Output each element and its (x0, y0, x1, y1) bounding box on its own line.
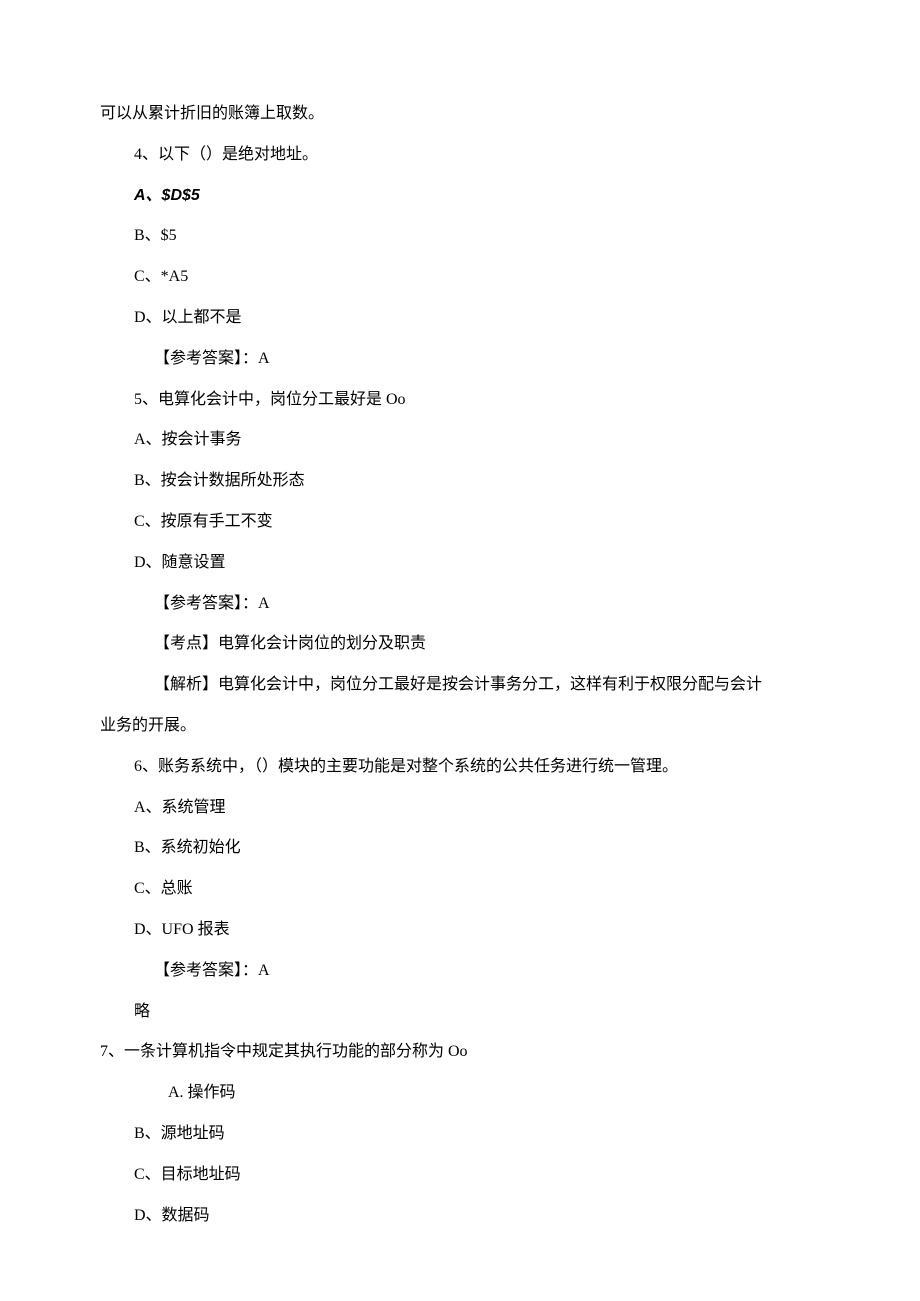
option-c: C、总账 (100, 875, 820, 904)
analysis-line: 业务的开展。 (100, 712, 820, 741)
option-d: D、UFO 报表 (100, 916, 820, 945)
analysis-line: 【解析】电算化会计中，岗位分工最好是按会计事务分工，这样有利于权限分配与会计 (100, 671, 820, 700)
option-b: B、系统初始化 (100, 834, 820, 863)
option-b: B、按会计数据所处形态 (100, 467, 820, 496)
answer-label: 【参考答案】：A (100, 957, 820, 986)
option-d: D、以上都不是 (100, 304, 820, 333)
keypoint-label: 【考点】电算化会计岗位的划分及职责 (100, 630, 820, 659)
option-a: A、按会计事务 (100, 426, 820, 455)
text-line: 略 (100, 998, 820, 1027)
question-stem: 4、以下（）是绝对地址。 (100, 141, 820, 170)
option-c: C、按原有手工不变 (100, 508, 820, 537)
option-a: A. 操作码 (100, 1079, 820, 1108)
option-b: B、源地址码 (100, 1120, 820, 1149)
text-line: 可以从累计折旧的账簿上取数。 (100, 100, 820, 129)
option-a: A、系统管理 (100, 794, 820, 823)
question-stem: 5、电算化会计中，岗位分工最好是 Oo (100, 386, 820, 415)
answer-label: 【参考答案】：A (100, 345, 820, 374)
document-body: 可以从累计折旧的账簿上取数。 4、以下（）是绝对地址。 A、$D$5 B、$5 … (100, 100, 820, 1230)
option-d: D、随意设置 (100, 549, 820, 578)
option-c: C、*A5 (100, 263, 820, 292)
question-stem: 7、一条计算机指令中规定其执行功能的部分称为 Oo (100, 1038, 820, 1067)
option-c: C、目标地址码 (100, 1161, 820, 1190)
option-d: D、数据码 (100, 1202, 820, 1231)
option-b: B、$5 (100, 222, 820, 251)
answer-label: 【参考答案】：A (100, 590, 820, 619)
question-stem: 6、账务系统中，（）模块的主要功能是对整个系统的公共任务进行统一管理。 (100, 753, 820, 782)
option-a: A、$D$5 (100, 182, 820, 211)
